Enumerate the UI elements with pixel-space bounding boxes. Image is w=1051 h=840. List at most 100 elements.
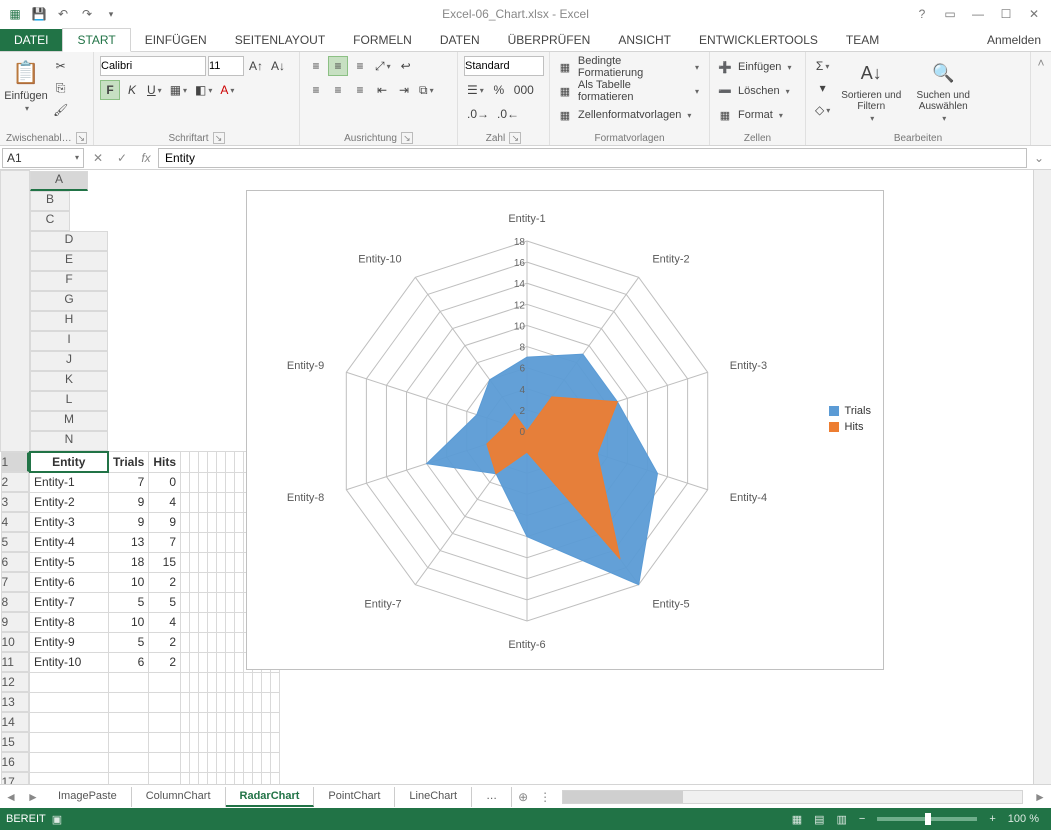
cell-A10[interactable]: Entity-9 [30, 632, 109, 652]
formula-input[interactable] [158, 148, 1027, 168]
cell-K14[interactable] [244, 712, 253, 732]
cell-I10[interactable] [226, 632, 235, 652]
zoom-in-icon[interactable]: + [983, 813, 1001, 825]
cell-C16[interactable] [149, 752, 181, 772]
tab-team[interactable]: TEAM [832, 29, 893, 51]
cell-D11[interactable] [181, 652, 190, 672]
col-header-B[interactable]: B [30, 191, 70, 211]
cell-A9[interactable]: Entity-8 [30, 612, 109, 632]
cell-B17[interactable] [108, 772, 149, 784]
cell-C13[interactable] [149, 692, 181, 712]
cell-A12[interactable] [30, 672, 109, 692]
row-header-1[interactable]: 1 [1, 452, 29, 472]
cell-I11[interactable] [226, 652, 235, 672]
signin-link[interactable]: Anmelden [977, 29, 1051, 51]
cell-F10[interactable] [199, 632, 208, 652]
cell-M17[interactable] [262, 772, 271, 784]
cell-F8[interactable] [199, 592, 208, 612]
col-header-J[interactable]: J [30, 351, 108, 371]
new-sheet-icon[interactable]: ⊕ [512, 790, 534, 804]
cell-A16[interactable] [30, 752, 109, 772]
cell-E5[interactable] [190, 532, 199, 552]
cell-I13[interactable] [226, 692, 235, 712]
sort-filter-button[interactable]: A↓ Sortieren und Filtern▾ [837, 56, 905, 131]
cell-K12[interactable] [244, 672, 253, 692]
enter-formula-icon[interactable]: ✓ [110, 151, 134, 165]
cell-E7[interactable] [190, 572, 199, 592]
cell-H16[interactable] [217, 752, 226, 772]
cell-H8[interactable] [217, 592, 226, 612]
cell-E12[interactable] [190, 672, 199, 692]
col-header-A[interactable]: A [30, 171, 88, 191]
cell-F5[interactable] [199, 532, 208, 552]
cell-A8[interactable]: Entity-7 [30, 592, 109, 612]
maximize-icon[interactable]: ☐ [993, 3, 1019, 25]
cell-F3[interactable] [199, 492, 208, 512]
cell-H7[interactable] [217, 572, 226, 592]
cell-D6[interactable] [181, 552, 190, 572]
cell-J8[interactable] [235, 592, 244, 612]
cell-I9[interactable] [226, 612, 235, 632]
cell-C8[interactable]: 5 [149, 592, 181, 612]
cell-F1[interactable] [199, 452, 208, 473]
cell-H13[interactable] [217, 692, 226, 712]
cell-C5[interactable]: 7 [149, 532, 181, 552]
conditional-formatting-button[interactable]: ▦Bedingte Formatierung▾ [556, 56, 703, 78]
cell-A2[interactable]: Entity-1 [30, 472, 109, 492]
row-header-7[interactable]: 7 [1, 572, 29, 592]
cell-D13[interactable] [181, 692, 190, 712]
cell-H6[interactable] [217, 552, 226, 572]
cell-E8[interactable] [190, 592, 199, 612]
cell-B9[interactable]: 10 [108, 612, 149, 632]
cell-D8[interactable] [181, 592, 190, 612]
cell-G2[interactable] [208, 472, 217, 492]
cell-J1[interactable] [235, 452, 244, 473]
cell-I8[interactable] [226, 592, 235, 612]
cell-K15[interactable] [244, 732, 253, 752]
sheet-tab-…[interactable]: … [472, 787, 512, 807]
cell-G3[interactable] [208, 492, 217, 512]
cell-G17[interactable] [208, 772, 217, 784]
copy-icon[interactable]: ⎘ [50, 78, 71, 98]
cell-F17[interactable] [199, 772, 208, 784]
view-page-layout-icon[interactable]: ▤ [808, 813, 830, 826]
row-header-6[interactable]: 6 [1, 552, 29, 572]
cell-C9[interactable]: 4 [149, 612, 181, 632]
cell-H15[interactable] [217, 732, 226, 752]
italic-button[interactable]: K [122, 80, 142, 100]
view-normal-icon[interactable]: ▦ [786, 813, 808, 826]
cell-K13[interactable] [244, 692, 253, 712]
cell-B4[interactable]: 9 [108, 512, 149, 532]
tab-ansicht[interactable]: ANSICHT [604, 29, 685, 51]
horizontal-scrollbar[interactable] [562, 790, 1023, 804]
cell-E3[interactable] [190, 492, 199, 512]
cell-J7[interactable] [235, 572, 244, 592]
cell-A5[interactable]: Entity-4 [30, 532, 109, 552]
cell-G15[interactable] [208, 732, 217, 752]
col-header-I[interactable]: I [30, 331, 108, 351]
col-header-L[interactable]: L [30, 391, 108, 411]
cell-J17[interactable] [235, 772, 244, 784]
cell-K16[interactable] [244, 752, 253, 772]
cell-G8[interactable] [208, 592, 217, 612]
dialog-launcher-icon[interactable]: ↘ [76, 132, 87, 144]
increase-decimal-icon[interactable]: .0→ [464, 104, 492, 124]
cell-A6[interactable]: Entity-5 [30, 552, 109, 572]
cell-J9[interactable] [235, 612, 244, 632]
decrease-indent-icon[interactable]: ⇤ [372, 80, 392, 100]
row-header-12[interactable]: 12 [1, 672, 29, 692]
cell-J15[interactable] [235, 732, 244, 752]
cell-B3[interactable]: 9 [108, 492, 149, 512]
cell-G5[interactable] [208, 532, 217, 552]
col-header-E[interactable]: E [30, 251, 108, 271]
tab-start[interactable]: START [62, 28, 130, 52]
cell-K17[interactable] [244, 772, 253, 784]
cell-E14[interactable] [190, 712, 199, 732]
col-header-K[interactable]: K [30, 371, 108, 391]
autosum-icon[interactable]: Σ▾ [812, 56, 833, 76]
cell-D12[interactable] [181, 672, 190, 692]
tab-datei[interactable]: DATEI [0, 29, 62, 51]
row-header-5[interactable]: 5 [1, 532, 29, 552]
zoom-slider[interactable] [877, 817, 977, 821]
cell-A4[interactable]: Entity-3 [30, 512, 109, 532]
